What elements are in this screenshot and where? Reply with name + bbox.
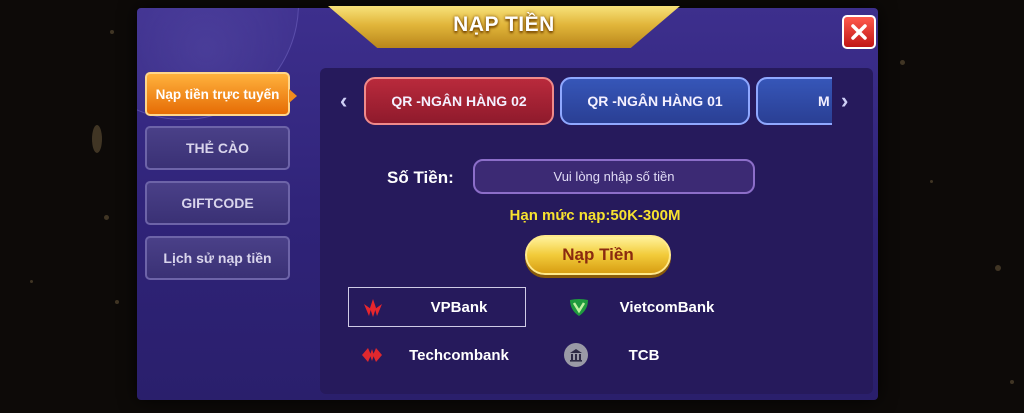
deposit-limit-text: Hạn mức nạp:50K-300M	[509, 207, 681, 224]
close-icon	[851, 24, 867, 40]
tab-qr-bank-01[interactable]: QR -NGÂN HÀNG 01	[560, 77, 750, 125]
tab-more-bank[interactable]: M	[756, 77, 832, 125]
sidebar-item-online-deposit[interactable]: Nạp tiền trực tuyến	[145, 72, 297, 116]
sidebar-item-label: Nạp tiền trực tuyến	[155, 86, 280, 102]
tab-next-arrow-icon[interactable]: ›	[841, 88, 848, 114]
bank-option-techcombank[interactable]: Techcombank	[348, 335, 526, 375]
amount-label: Số Tiền:	[387, 168, 454, 187]
bank-name: VPBank	[430, 298, 488, 316]
bank-name: TCB	[628, 346, 660, 364]
title-banner: NẠP TIỀN	[328, 6, 680, 48]
sidebar-item-deposit-history[interactable]: Lịch sử nạp tiền	[145, 236, 290, 280]
vpbank-logo-icon	[364, 299, 382, 317]
sidebar-item-giftcode[interactable]: GIFTCODE	[145, 181, 290, 225]
sidebar-item-card[interactable]: THẺ CÀO	[145, 126, 290, 170]
close-button[interactable]	[842, 15, 876, 49]
amount-input[interactable]	[473, 159, 755, 194]
tab-label: QR -NGÂN HÀNG 02	[391, 93, 527, 109]
tab-label: QR -NGÂN HÀNG 01	[587, 93, 723, 109]
sidebar-item-label: THẺ CÀO	[186, 140, 249, 156]
bank-option-vpbank[interactable]: VPBank	[348, 287, 526, 327]
tab-prev-arrow-icon[interactable]: ‹	[340, 88, 347, 114]
bank-name: Techcombank	[409, 346, 509, 364]
bank-name: VietcomBank	[619, 298, 715, 316]
bank-option-vietcombank[interactable]: VietcomBank	[555, 287, 735, 327]
bank-tab-strip: QR -NGÂN HÀNG 02 QR -NGÂN HÀNG 01 M	[360, 77, 832, 127]
deposit-button[interactable]: Nạp Tiền	[525, 235, 671, 275]
techcombank-logo-icon	[362, 348, 382, 362]
sidebar-item-label: GIFTCODE	[181, 195, 254, 211]
vietcombank-logo-icon	[570, 299, 588, 316]
sidebar-item-label: Lịch sử nạp tiền	[163, 250, 272, 266]
bank-option-tcb[interactable]: TCB	[552, 335, 692, 375]
tab-qr-bank-02[interactable]: QR -NGÂN HÀNG 02	[364, 77, 554, 125]
tab-label: M	[818, 93, 830, 109]
dialog-title: NẠP TIỀN	[453, 13, 555, 36]
bank-building-icon	[564, 343, 588, 367]
deposit-button-label: Nạp Tiền	[562, 245, 634, 264]
